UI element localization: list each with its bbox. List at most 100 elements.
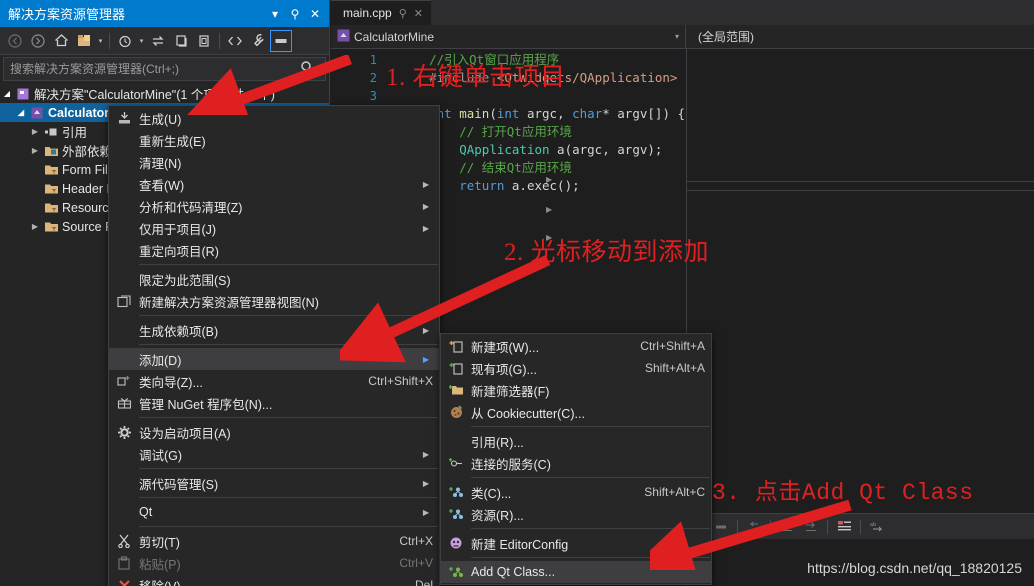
menu-item-set-as-startup-project[interactable]: 设为启动项目(A): [109, 421, 439, 443]
grip-arrow-icon-2[interactable]: ▶: [546, 205, 552, 214]
submenu-separator: [471, 557, 710, 558]
menu-item-add[interactable]: 添加(D) ▶: [109, 348, 439, 370]
nuget-icon: [109, 397, 139, 410]
visual-studio-window: 解决方案资源管理器 ▾ ⚲ ✕ ▾ ▾ 搜索解决方案资源管理器(Ctrl+;) …: [0, 0, 1034, 586]
solution-icon: [14, 87, 32, 101]
menu-item-rebuild[interactable]: 重新生成(E): [109, 129, 439, 151]
solution-explorer-titlebar: 解决方案资源管理器 ▾ ⚲ ✕: [0, 0, 329, 27]
toolbar-divider: [109, 32, 110, 49]
menu-label: 添加(D): [139, 353, 182, 368]
search-box[interactable]: ▾: [3, 57, 326, 81]
submenu-item-connected-service[interactable]: 连接的服务(C): [441, 452, 711, 474]
titlebar-filler: [125, 0, 265, 27]
menu-shortcut: Ctrl+Shift+X: [368, 374, 433, 388]
pending-changes-icon[interactable]: [114, 30, 136, 52]
menu-item-cut[interactable]: 剪切(T) Ctrl+X: [109, 530, 439, 552]
menu-item-debug[interactable]: 调试(G) ▶: [109, 443, 439, 465]
home-icon[interactable]: [50, 30, 72, 52]
chevron-down-icon-2[interactable]: ▾: [137, 37, 146, 45]
refresh-icon[interactable]: [170, 30, 192, 52]
menu-separator: [139, 264, 438, 265]
list-properties-icon[interactable]: [833, 517, 855, 537]
menu-item-scope-to-this[interactable]: 限定为此范围(S): [109, 268, 439, 290]
menu-item-class-wizard[interactable]: 类向导(Z)... Ctrl+Shift+X: [109, 370, 439, 392]
menu-label: 源代码管理(S): [139, 477, 219, 492]
menu-item-qt[interactable]: Qt ▶: [109, 501, 439, 523]
preview-selected-items-icon[interactable]: [270, 29, 292, 52]
submenu-item-new-item[interactable]: 新建项(W)... Ctrl+Shift+A: [441, 335, 711, 357]
submenu-item-new-editorconfig[interactable]: 新建 EditorConfig: [441, 532, 711, 554]
submenu-item-new-filter[interactable]: 新建筛选器(F): [441, 379, 711, 401]
menu-label: Add Qt Class...: [471, 565, 556, 579]
menu-label: 仅用于项目(J): [139, 222, 217, 237]
properties-wrench-icon[interactable]: [247, 30, 269, 52]
submenu-item-existing-item[interactable]: 现有项(G)... Shift+Alt+A: [441, 357, 711, 379]
back-icon[interactable]: [4, 30, 26, 52]
sync-with-active-document-icon[interactable]: [147, 30, 169, 52]
watermark: https://blog.csdn.net/qq_18820125: [807, 560, 1022, 576]
close-icon[interactable]: ✕: [305, 3, 325, 25]
menu-item-manage-nuget[interactable]: 管理 NuGet 程序包(N)...: [109, 392, 439, 414]
submenu-item-add-qt-class[interactable]: Add Qt Class...: [441, 561, 711, 583]
grip-arrow-icon-1[interactable]: ▶: [546, 175, 552, 184]
submenu-separator: [471, 477, 710, 478]
menu-item-build-dependencies[interactable]: 生成依赖项(B) ▶: [109, 319, 439, 341]
redo-nav-icon[interactable]: [800, 517, 822, 537]
menu-item-retarget[interactable]: 重定向项目(R): [109, 239, 439, 261]
navbar-project-dropdown[interactable]: CalculatorMine ▾: [331, 25, 686, 48]
twisty-closed-icon-3[interactable]: ▶: [28, 222, 42, 231]
menu-item-paste[interactable]: 粘贴(P) Ctrl+V: [109, 552, 439, 574]
menu-label: 从 Cookiecutter(C)...: [471, 406, 585, 421]
menu-item-view[interactable]: 查看(W) ▶: [109, 173, 439, 195]
show-all-files-icon[interactable]: [224, 30, 246, 52]
menu-item-remove[interactable]: 移除(V) Del: [109, 574, 439, 586]
folder-icon: [42, 145, 60, 157]
collapse-all-icon[interactable]: [193, 30, 215, 52]
menu-item-source-control[interactable]: 源代码管理(S) ▶: [109, 472, 439, 494]
toolbar-divider-2: [219, 32, 220, 49]
menu-label: 现有项(G)...: [471, 362, 537, 377]
twisty-open-icon[interactable]: ◢: [0, 89, 14, 98]
refresh-sync-icon[interactable]: ab: [866, 517, 888, 537]
menu-shortcut: Ctrl+V: [399, 556, 433, 570]
menu-item-project-only[interactable]: 仅用于项目(J) ▶: [109, 217, 439, 239]
twisty-closed-icon[interactable]: ▶: [28, 127, 42, 136]
chevron-down-icon-nav[interactable]: ▾: [675, 32, 679, 41]
tree-label: 引用: [62, 126, 88, 140]
submenu-item-resource[interactable]: 资源(R)...: [441, 503, 711, 525]
undo-nav-icon[interactable]: [776, 517, 798, 537]
search-icon[interactable]: [300, 60, 314, 79]
preview-pane-icon[interactable]: [710, 517, 732, 537]
submenu-item-class[interactable]: 类(C)... Shift+Alt+C: [441, 481, 711, 503]
tab-close-icon[interactable]: ✕: [414, 7, 423, 20]
twisty-open-icon-2[interactable]: ◢: [14, 108, 28, 117]
menu-item-analyze[interactable]: 分析和代码清理(Z) ▶: [109, 195, 439, 217]
svg-text:ab: ab: [870, 522, 876, 528]
forward-icon[interactable]: [27, 30, 49, 52]
menu-item-build[interactable]: 生成(U): [109, 107, 439, 129]
submenu-arrow-icon: ▶: [422, 325, 430, 335]
chevron-down-icon[interactable]: ▾: [96, 37, 105, 45]
search-input[interactable]: [10, 62, 300, 76]
pin-icon[interactable]: ⚲: [285, 3, 305, 25]
solution-folders-icon[interactable]: [73, 30, 95, 52]
submenu-item-reference[interactable]: 引用(R)...: [441, 430, 711, 452]
search-dropdown-icon[interactable]: ▾: [314, 65, 321, 74]
tree-label: 解决方案"CalculatorMine"(1 个项目/共 1 个): [34, 88, 275, 102]
titlebar-dropdown-icon[interactable]: ▾: [265, 3, 285, 25]
menu-item-clean[interactable]: 清理(N): [109, 151, 439, 173]
annotation-text-2: 2. 光标移动到添加: [504, 239, 710, 266]
navbar-scope-label[interactable]: (全局范围): [686, 28, 754, 45]
toolbar-divider-b2: [770, 519, 771, 534]
tab-pin-icon[interactable]: ⚲: [399, 7, 407, 20]
tree-item-solution[interactable]: ◢ 解决方案"CalculatorMine"(1 个项目/共 1 个): [0, 84, 329, 103]
twisty-closed-icon-2[interactable]: ▶: [28, 146, 42, 155]
menu-item-new-solution-explorer-view[interactable]: 新建解决方案资源管理器视图(N): [109, 290, 439, 312]
submenu-item-from-cookiecutter[interactable]: 从 Cookiecutter(C)...: [441, 401, 711, 423]
add-qt-class-icon: [441, 566, 471, 579]
tab-main-cpp[interactable]: main.cpp ⚲ ✕: [331, 0, 431, 25]
menu-shortcut: Del: [414, 578, 433, 586]
step-out-icon[interactable]: [743, 517, 765, 537]
project-glyph-icon: [337, 29, 350, 45]
menu-label: 移除(V): [139, 576, 397, 586]
